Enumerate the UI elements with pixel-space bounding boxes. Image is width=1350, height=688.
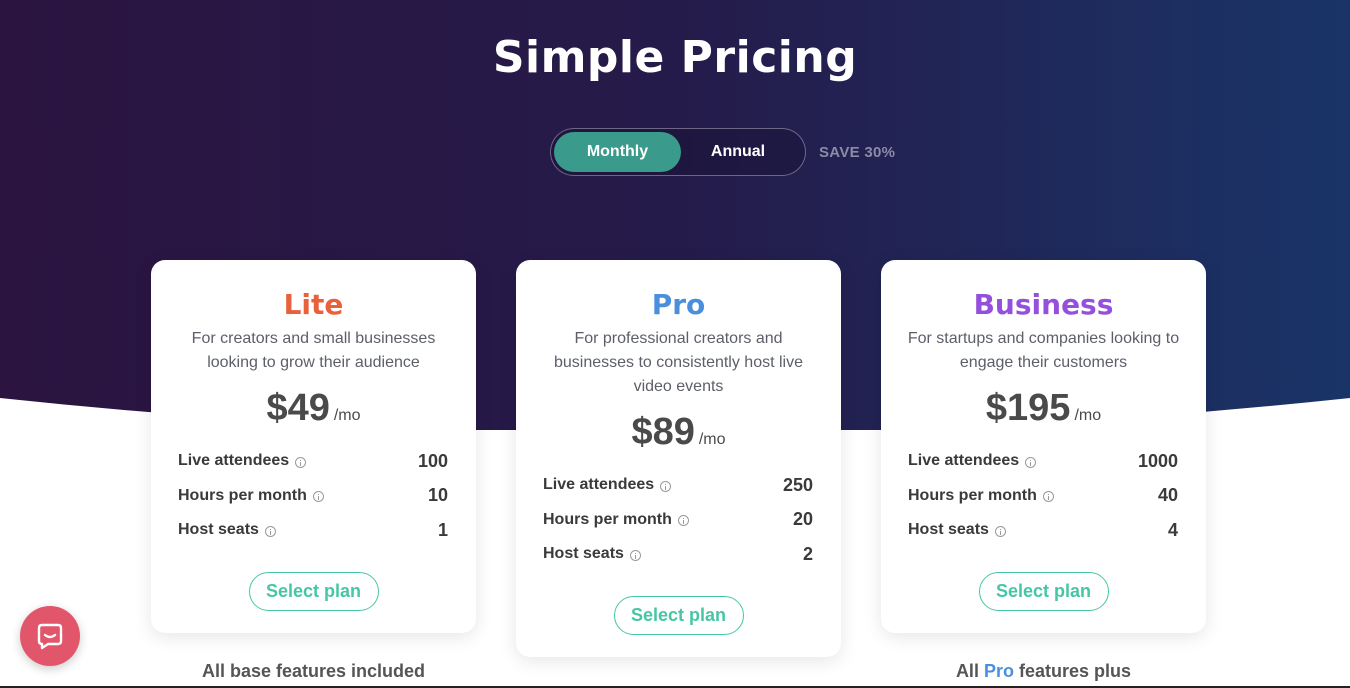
monthly-toggle-button[interactable]: Monthly: [554, 132, 681, 172]
price-row: $49/mo: [151, 387, 476, 430]
info-icon[interactable]: [264, 525, 276, 537]
feature-list: Live attendees 100 Hours per month 10 Ho…: [178, 444, 448, 548]
plan-name: Lite: [283, 288, 344, 321]
price-period: /mo: [333, 407, 361, 424]
feature-label: Host seats: [908, 521, 1006, 539]
feature-label-text: Host seats: [543, 545, 624, 563]
feature-value: 1000: [1137, 450, 1178, 471]
price-period: /mo: [1074, 407, 1102, 424]
feature-row: Hours per month 20: [543, 503, 813, 538]
feature-label: Live attendees: [908, 452, 1037, 470]
select-plan-button-business[interactable]: Select plan: [978, 571, 1109, 611]
feature-label: Host seats: [543, 545, 641, 563]
plan-price: $49: [266, 387, 330, 429]
annual-toggle-button[interactable]: Annual: [681, 132, 795, 172]
plan-description: For startups and companies looking to en…: [907, 330, 1180, 371]
save-badge: SAVE 30%: [819, 144, 896, 161]
feature-label-text: Live attendees: [543, 476, 655, 494]
feature-row: Host seats 2: [543, 537, 813, 572]
feature-row: Live attendees 1000: [908, 444, 1178, 479]
plan-name: Business: [973, 288, 1114, 321]
feature-label-text: Host seats: [178, 521, 259, 539]
feature-value: 100: [417, 450, 448, 471]
info-icon[interactable]: [629, 549, 641, 561]
feature-row: Live attendees 100: [178, 444, 448, 479]
info-icon[interactable]: [994, 525, 1006, 537]
feature-row: Live attendees 250: [543, 468, 813, 503]
info-icon[interactable]: [312, 491, 324, 503]
plan-description: For creators and small businesses lookin…: [191, 330, 436, 371]
feature-row: Host seats 4: [908, 513, 1178, 548]
info-icon[interactable]: [295, 456, 307, 468]
feature-label-text: Hours per month: [543, 510, 672, 528]
footer-accent: Pro: [983, 661, 1014, 681]
plan-card-business: Business For startups and companies look…: [881, 260, 1206, 633]
info-icon[interactable]: [677, 515, 689, 527]
info-icon[interactable]: [660, 480, 672, 492]
chat-bubble-icon: [37, 623, 63, 650]
select-plan-button-lite[interactable]: Select plan: [248, 571, 379, 611]
business-footer-note: All Pro features plus: [881, 661, 1206, 682]
feature-label-text: Live attendees: [178, 452, 290, 470]
feature-list: Live attendees 250 Hours per month 20 Ho…: [543, 468, 813, 572]
select-plan-button-pro[interactable]: Select plan: [613, 595, 744, 635]
feature-value: 10: [427, 485, 448, 506]
feature-label: Hours per month: [908, 487, 1054, 505]
feature-label-text: Hours per month: [178, 486, 307, 504]
chat-launcher-button[interactable]: [20, 606, 80, 666]
plan-name: Pro: [651, 288, 706, 321]
feature-label: Live attendees: [178, 452, 307, 470]
info-icon[interactable]: [1042, 491, 1054, 503]
feature-label-text: Host seats: [908, 521, 989, 539]
feature-value: 1: [437, 519, 448, 540]
feature-row: Hours per month 40: [908, 479, 1178, 514]
footer-prefix: All: [955, 661, 979, 681]
price-row: $195/mo: [881, 387, 1206, 430]
feature-label: Hours per month: [178, 487, 324, 505]
page-title: Simple Pricing: [492, 32, 858, 83]
plan-description: For professional creators and businesses…: [553, 330, 803, 395]
plan-card-pro: Pro For professional creators and busine…: [516, 260, 841, 657]
feature-value: 4: [1167, 519, 1178, 540]
price-row: $89/mo: [516, 411, 841, 454]
feature-value: 40: [1157, 485, 1178, 506]
feature-label: Host seats: [178, 521, 276, 539]
billing-toggle[interactable]: Monthly Annual: [550, 128, 806, 176]
feature-row: Host seats 1: [178, 513, 448, 548]
feature-label-text: Live attendees: [908, 452, 1020, 470]
price-period: /mo: [698, 431, 726, 448]
feature-label: Live attendees: [543, 476, 672, 494]
feature-list: Live attendees 1000 Hours per month 40 H…: [908, 444, 1178, 548]
feature-label-text: Hours per month: [908, 486, 1037, 504]
plan-card-lite: Lite For creators and small businesses l…: [151, 260, 476, 633]
feature-row: Hours per month 10: [178, 479, 448, 514]
feature-value: 250: [782, 474, 813, 495]
info-icon[interactable]: [1025, 456, 1037, 468]
feature-value: 20: [792, 509, 813, 530]
lite-footer-note: All base features included: [201, 661, 426, 681]
plan-price: $89: [631, 411, 695, 453]
feature-value: 2: [802, 543, 813, 564]
feature-label: Hours per month: [543, 511, 689, 529]
plan-price: $195: [985, 387, 1071, 429]
footer-suffix: features plus: [1019, 661, 1132, 681]
